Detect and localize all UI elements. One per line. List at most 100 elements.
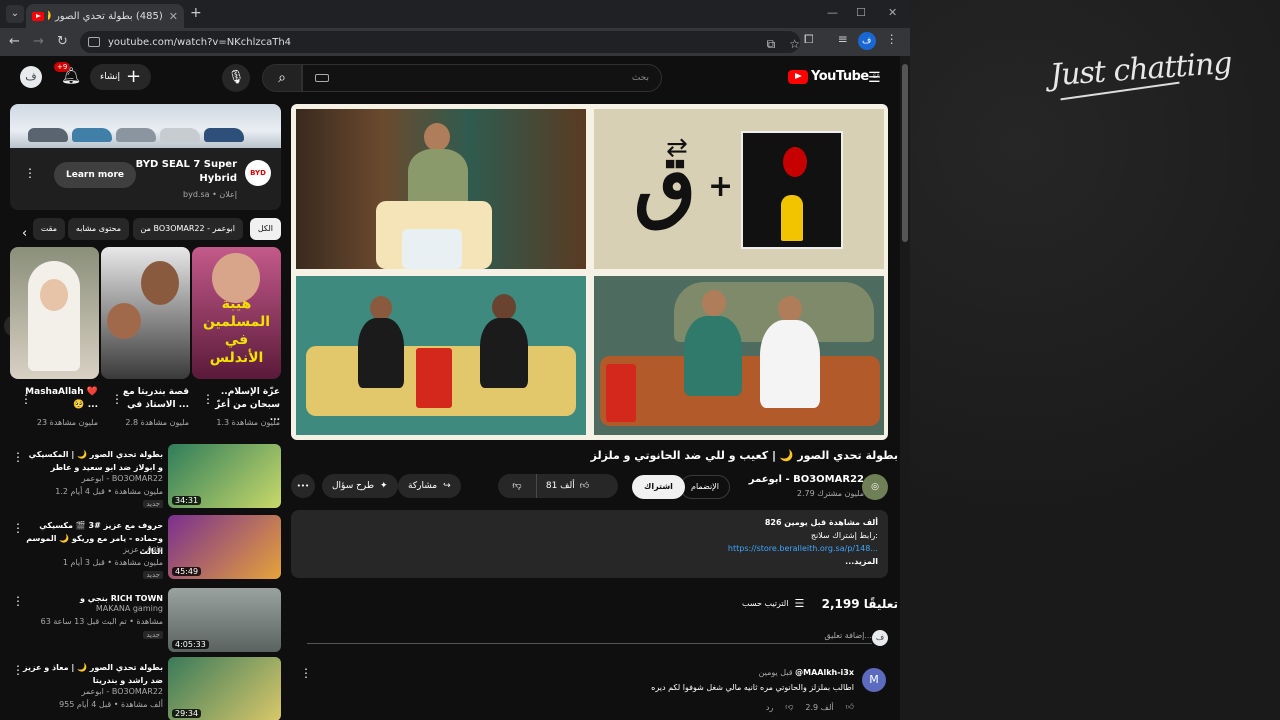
youtube-logo[interactable]: YouTube SA <box>788 69 880 84</box>
back-arrow-icon[interactable]: ← <box>9 34 20 49</box>
add-comment-input[interactable]: إضافة تعليق... <box>307 631 872 644</box>
recommendation-more-icon[interactable]: ⋮ <box>12 521 24 535</box>
ad-card[interactable]: ⋮ Learn more BYD SEAL 7 Super Hybrid byd… <box>10 104 281 210</box>
tab-search-button[interactable]: ⌄ <box>6 5 24 23</box>
voice-search-mic-icon[interactable]: 🎙︎ <box>222 64 250 92</box>
search-button[interactable]: ⌕ <box>262 64 302 92</box>
recommendation-more-icon[interactable]: ⋮ <box>12 663 24 677</box>
new-tab-button[interactable]: + <box>190 5 202 21</box>
comment-like-icon[interactable]: 👍︎ <box>846 702 854 712</box>
create-button[interactable]: إنشاء + <box>90 64 152 90</box>
recommendation-channel[interactable]: MAKANA gaming <box>96 604 163 613</box>
video-player[interactable]: ⇄ ق + <box>291 104 888 440</box>
recommendation-thumbnail[interactable]: 4:05:33 <box>168 588 281 652</box>
ad-sponsored-label: إعلان <box>219 190 237 199</box>
channel-name[interactable]: ابوعمر - BO3OMAR22 <box>749 474 864 485</box>
forward-arrow-icon[interactable]: → <box>33 34 44 49</box>
description-link[interactable]: https://store.beralleith.org.sa/p/148... <box>301 542 878 555</box>
search-input[interactable]: بحث <box>302 64 662 92</box>
learn-more-button[interactable]: Learn more <box>54 162 136 188</box>
channel-avatar[interactable]: ◎ <box>862 474 888 500</box>
short-thumbnail[interactable] <box>10 247 99 379</box>
chip-all[interactable]: الكل <box>249 218 281 240</box>
short-views: 1.3 مليون مشاهدة <box>216 418 280 427</box>
short-thumbnail[interactable]: هيبة المسلمين في الأندلس <box>192 247 281 379</box>
recommendation-title[interactable]: بطولة تحدي الصور 🌙 | المكسيكي و ابولاز ض… <box>23 448 163 474</box>
like-dislike-group: 👎︎ 81 ألف 👍︎ <box>498 474 618 498</box>
reload-icon[interactable]: ↻ <box>57 34 68 49</box>
description-box[interactable]: 826 ألف مشاهدة قبل يومين رابط إشتراك سلا… <box>291 510 888 578</box>
browser-menu-icon[interactable]: ⋮ <box>886 32 898 50</box>
subscriber-count: 2.79 مليون مشترك <box>796 489 864 498</box>
recommendation-thumbnail[interactable]: 45:49 <box>168 515 281 579</box>
recommendation-channel[interactable]: ابوعمر - BO3OMAR22 <box>81 474 163 483</box>
comment-dislike-icon[interactable]: 👎︎ <box>785 702 793 712</box>
recommendation-channel[interactable]: ابوعمر - BO3OMAR22 <box>81 687 163 696</box>
short-thumbnail[interactable] <box>101 247 190 379</box>
chip-related[interactable]: محتوى مشابه <box>67 218 129 240</box>
extensions-icon[interactable]: ⧠ <box>804 32 814 50</box>
recommendation-channel[interactable]: عزيز - Aziz <box>123 545 163 554</box>
car-shape <box>72 128 112 142</box>
maximize-button[interactable]: ☐ <box>856 6 866 19</box>
minimize-button[interactable]: — <box>827 6 838 19</box>
byd-logo[interactable]: BYD <box>245 160 271 186</box>
more-actions-button[interactable]: ••• <box>291 474 315 498</box>
tab-close-icon[interactable]: ✕ <box>169 10 178 23</box>
duration-badge: 4:05:33 <box>172 640 209 649</box>
duration-badge: 29:34 <box>172 709 202 718</box>
comment-more-icon[interactable]: ⋮ <box>300 666 312 680</box>
dislike-button[interactable]: 👎︎ <box>498 474 536 498</box>
sort-icon: ☰ <box>794 597 805 610</box>
show-more-link[interactable]: ...المزيد <box>301 555 878 568</box>
ask-question-button[interactable]: طرح سؤال ✦ <box>322 474 398 498</box>
sort-label: الترتيب حسب <box>742 599 789 608</box>
cast-icon[interactable]: ⧉ <box>767 37 776 52</box>
browser-tab[interactable]: (485) بطولة تحدي الصور 🌙 ✕ <box>26 4 184 28</box>
ad-domain: byd.sa <box>183 190 210 199</box>
recommendation-title[interactable]: بطولة تحدي الصور 🌙 | معاذ و عزيز ضد راشد… <box>23 661 163 687</box>
create-label: إنشاء <box>100 72 121 82</box>
short-title[interactable]: قصة بندريتا مع الاستاذ في ... <box>115 386 189 412</box>
subscribe-button[interactable]: اشتراك <box>632 475 685 499</box>
recommendation-more-icon[interactable]: ⋮ <box>12 594 24 608</box>
comment-time[interactable]: قبل يومين <box>759 668 793 677</box>
url-text: youtube.com/watch?v=NKchlzcaTh4 <box>108 36 292 48</box>
page-scrollbar[interactable] <box>900 56 910 720</box>
address-bar[interactable]: youtube.com/watch?v=NKchlzcaTh4 ⧉ ☆ <box>80 31 800 53</box>
share-button[interactable]: مشاركة ↪ <box>398 474 461 498</box>
recommendation-item[interactable]: 34:31 بطولة تحدي الصور 🌙 | المكسيكي و اب… <box>10 444 281 508</box>
recommendation-thumbnail[interactable]: 34:31 <box>168 444 281 508</box>
recommendation-thumbnail[interactable]: 29:34 <box>168 657 281 720</box>
ad-title[interactable]: BYD SEAL 7 Super Hybrid <box>127 158 237 186</box>
short-more-icon[interactable]: ⋮ <box>20 392 32 406</box>
profile-avatar[interactable]: ف <box>857 32 876 50</box>
head-shape <box>492 294 516 320</box>
recommendation-item[interactable]: 29:34 بطولة تحدي الصور 🌙 | معاذ و عزيز ض… <box>10 657 281 720</box>
like-button[interactable]: 81 ألف 👍︎ <box>536 474 598 498</box>
close-window-button[interactable]: ✕ <box>888 6 897 19</box>
hamburger-menu-icon[interactable]: ☰ <box>868 70 881 86</box>
short-title[interactable]: MashaAllah ❤️🥺 ... <box>24 386 98 412</box>
keyboard-icon[interactable] <box>315 74 329 82</box>
ad-more-icon[interactable]: ⋮ <box>24 166 36 180</box>
scrollbar-thumb[interactable] <box>902 64 908 242</box>
ad-banner-image[interactable] <box>10 104 281 148</box>
comment-author[interactable]: @MAAlkh-i3x <box>795 668 854 677</box>
comment-reply-button[interactable]: رد <box>766 703 773 712</box>
recommendation-item[interactable]: 4:05:33 بنجي و RICH TOWN MAKANA gaming 6… <box>10 588 281 652</box>
join-button[interactable]: الإنضمام <box>680 475 730 499</box>
bookmark-star-icon[interactable]: ☆ <box>789 37 800 52</box>
recommendation-more-icon[interactable]: ⋮ <box>12 450 24 464</box>
media-controls-icon[interactable]: ≡ <box>838 32 848 50</box>
commenter-avatar[interactable]: M <box>862 668 886 692</box>
account-avatar[interactable]: ف <box>20 66 42 88</box>
short-more-icon[interactable]: ⋮ <box>202 392 214 406</box>
chip-more[interactable]: مقت <box>32 218 65 240</box>
chip-from-channel[interactable]: من BO3OMAR22 - ابوعمر <box>132 218 243 240</box>
recommendation-item[interactable]: 45:49 حروف مع عزيز #3 🎬 مكسيكي وحماده - … <box>10 515 281 579</box>
notifications-bell-icon[interactable]: 🔔︎ +9 <box>54 62 82 88</box>
site-info-icon[interactable] <box>88 37 100 47</box>
sort-comments-button[interactable]: الترتيب حسب ☰ <box>742 597 806 610</box>
short-more-icon[interactable]: ⋮ <box>111 392 123 406</box>
